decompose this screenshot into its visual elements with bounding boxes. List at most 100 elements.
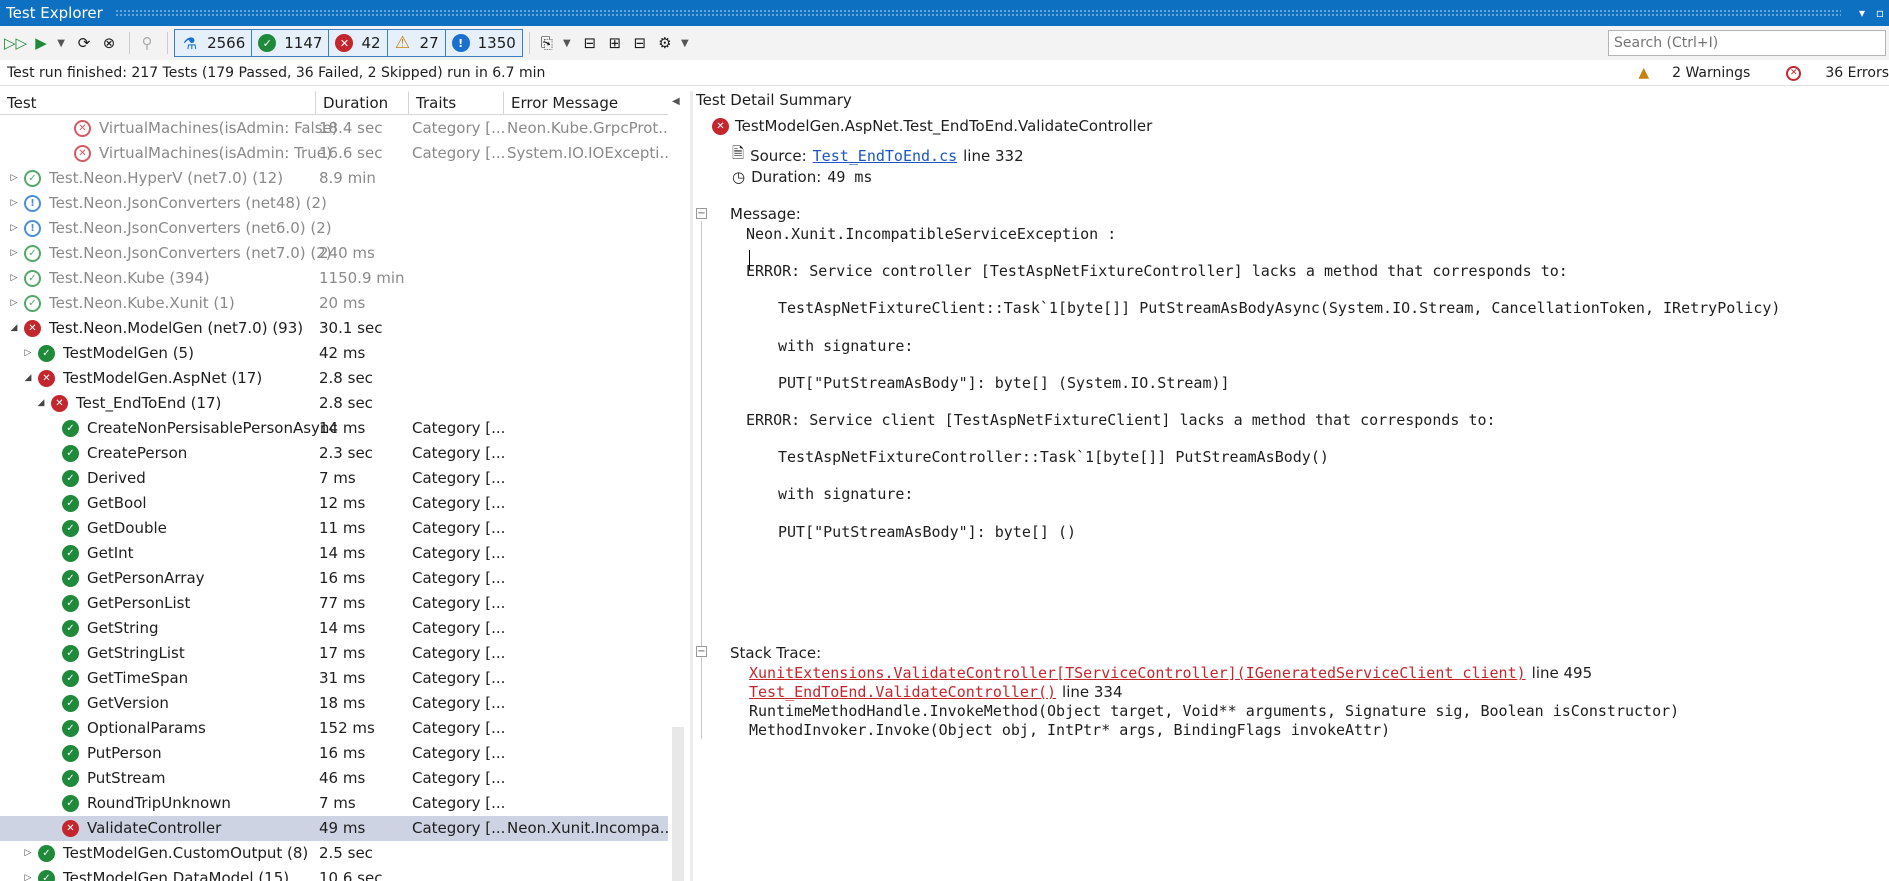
tree-row[interactable]: ▷! Test.Neon.JsonConverters (net6.0) (2) (0, 216, 668, 241)
tree-row[interactable]: ▷ ✓ Test.Neon.Kube.Xunit (1) 20 ms (0, 291, 668, 316)
col-duration[interactable]: Duration (316, 91, 409, 115)
warnings-link[interactable]: ▲ 2 Warnings (1620, 65, 1750, 81)
stack-fold-toggle[interactable]: − (696, 646, 707, 657)
stack-frame-link[interactable]: Test_EndToEnd.ValidateController() (749, 683, 1056, 701)
tree-row[interactable]: ✓ GetInt 14 ms Category [... (0, 541, 668, 566)
tree-row[interactable]: ✓ RoundTripUnknown 7 ms Category [... (0, 791, 668, 816)
fold-guide (701, 221, 702, 719)
collapse-all-button[interactable]: ⊟ (629, 30, 651, 56)
collapse-arrow-icon[interactable]: ◢ (22, 366, 34, 391)
expand-arrow-icon[interactable]: ▷ (8, 291, 20, 316)
tree-row[interactable]: ✓ GetPersonList 77 ms Category [... (0, 591, 668, 616)
tree-row-name: ◢ ✕ Test.Neon.ModelGen (net7.0) (93) (8, 316, 303, 341)
tree-row[interactable]: ✓ CreatePerson 2.3 sec Category [... (0, 441, 668, 466)
collapse-arrow-icon[interactable]: ◀ (672, 96, 680, 107)
passed-icon: ✓ (24, 270, 41, 287)
test-name: GetInt (87, 544, 134, 562)
expand-arrow-icon[interactable]: ▷ (8, 216, 20, 241)
tree-row[interactable]: ✓ GetStringList 17 ms Category [... (0, 641, 668, 666)
tree-row[interactable]: ✓ GetBool 12 ms Category [... (0, 491, 668, 516)
test-name: CreateNonPersisablePersonAsync (87, 419, 338, 437)
expand-arrow-icon[interactable]: ▷ (22, 866, 34, 881)
run-all-button[interactable]: ▷▷ (4, 30, 27, 56)
clock-icon: ◷ (732, 168, 746, 186)
tree-row[interactable]: ✓ Derived 7 ms Category [... (0, 466, 668, 491)
tree-row[interactable]: ✓ CreateNonPersisablePersonAsync 14 ms Cate… (0, 416, 668, 441)
expand-arrow-icon[interactable]: ▷ (8, 241, 20, 266)
expand-all-button[interactable]: ⊞ (604, 30, 626, 56)
expand-arrow-icon[interactable]: ▷ (8, 166, 20, 191)
collapse-arrow-icon[interactable]: ◢ (35, 391, 47, 416)
pass-icon: ✓ (258, 34, 277, 52)
stack-frame: MethodInvoker.Invoke(Object obj, IntPtr*… (749, 721, 1390, 739)
passed-icon: ✓ (38, 845, 55, 862)
tree-row[interactable]: ✕ ValidateController 49 ms Category [... Neo… (0, 816, 668, 841)
counter-fail[interactable]: ✕ 42 (329, 29, 388, 57)
passed-icon: ✓ (62, 495, 79, 512)
run-button[interactable]: ▶ (30, 30, 52, 56)
tree-row[interactable]: ▷ ✓ TestModelGen (5) 42 ms (0, 341, 668, 366)
message-fold-toggle[interactable]: − (696, 208, 707, 219)
stack-frame-text: MethodInvoker.Invoke(Object obj, IntPtr*… (749, 721, 1391, 739)
tree-row[interactable]: ✓ PutStream 46 ms Category [... (0, 766, 668, 791)
counter-warn[interactable]: ⚠ 27 (387, 29, 446, 57)
group-by-button[interactable]: ⊟ (579, 30, 601, 56)
test-name: GetTimeSpan (87, 669, 189, 687)
tree-scrollbar[interactable] (672, 727, 684, 881)
source-line-number: line 332 (963, 146, 1024, 165)
counter-pass[interactable]: ✓ 1147 (252, 29, 330, 57)
counter-info[interactable]: ! 1350 (445, 29, 523, 57)
tree-row[interactable]: ✓ GetVersion 18 ms Category [... (0, 691, 668, 716)
counter-group: ⚗ 2566 ✓ 1147 ✕ 42 ⚠ 27! 1350 (174, 29, 523, 57)
tree-row-name: ▷ ✓ TestModelGen.CustomOutput (8) (22, 841, 308, 866)
cell-traits: Category [... (412, 669, 506, 687)
errors-link[interactable]: ✕ 36 Errors (1768, 65, 1889, 81)
tree-row[interactable]: ✓ GetPersonArray 16 ms Category [... (0, 566, 668, 591)
tree-row[interactable]: ▷ ✓ Test.Neon.HyperV (net7.0) (12) 8.9 min (0, 166, 668, 191)
run-dropdown-icon[interactable]: ▼ (55, 30, 67, 56)
tree-row[interactable]: ◢ ✕ Test.Neon.ModelGen (net7.0) (93) 30.1 s… (0, 316, 668, 341)
search-input[interactable] (1608, 30, 1886, 56)
col-test[interactable]: Test (0, 91, 316, 115)
expand-arrow-icon[interactable]: ▷ (8, 266, 20, 291)
pane-splitter[interactable] (690, 91, 693, 881)
tree-row[interactable]: ▷ ✓ Test.Neon.Kube (394) 1150.9 min (0, 266, 668, 291)
tree-row[interactable]: ✓ OptionalParams 152 ms Category [... (0, 716, 668, 741)
counter-flask[interactable]: ⚗ 2566 (174, 29, 253, 57)
test-name: ValidateController (87, 819, 222, 837)
source-file-link[interactable]: Test_EndToEnd.cs (813, 147, 958, 165)
tree-row[interactable]: ✓ GetDouble 11 ms Category [... (0, 516, 668, 541)
tree-row[interactable]: ▷ ✓ Test.Neon.JsonConverters (net7.0) (2) 2… (0, 241, 668, 266)
maximize-icon[interactable]: ▫ (1871, 6, 1889, 20)
expand-arrow-icon[interactable]: ▷ (22, 341, 34, 366)
window-menu-icon[interactable]: ▾ (1853, 6, 1871, 20)
tree-row-name: ▷ ✓ TestModelGen (5) (22, 341, 194, 366)
tree-row-name: ✓ GetDouble (48, 516, 167, 541)
tree-row[interactable]: ✓ GetTimeSpan 31 ms Category [... (0, 666, 668, 691)
stack-frame-link[interactable]: XunitExtensions.ValidateController[TServ… (749, 664, 1526, 682)
settings-gear-icon[interactable]: ⚙ (654, 30, 676, 56)
expand-arrow-icon[interactable]: ▷ (8, 191, 20, 216)
col-error-message[interactable]: Error Message (504, 91, 668, 115)
title-grip[interactable] (114, 9, 1841, 17)
expand-arrow-icon[interactable]: ▷ (22, 841, 34, 866)
tree-row[interactable]: ✓ GetString 14 ms Category [... (0, 616, 668, 641)
tree-row[interactable]: ✕ VirtualMachines(isAdmin: True) 16.6 sec C… (0, 141, 668, 166)
tree-row[interactable]: ▷ ✓ TestModelGen.DataModel (15) 10.6 sec (0, 866, 668, 881)
playlist-button[interactable]: ⎘ (536, 30, 558, 56)
repeat-run-button[interactable]: ⟳ (73, 30, 95, 56)
cancel-run-button[interactable]: ⊗ (98, 30, 120, 56)
tree-row[interactable]: ◢ ✕ Test_EndToEnd (17) 2.8 sec (0, 391, 668, 416)
cell-traits: Category [... (412, 119, 506, 137)
test-name-label: TestModelGen.AspNet.Test_EndToEnd.Valida… (735, 117, 1153, 135)
tree-row[interactable]: ✓ PutPerson 16 ms Category [... (0, 741, 668, 766)
tree-row[interactable]: ▷ ✓ TestModelGen.CustomOutput (8) 2.5 sec (0, 841, 668, 866)
collapse-arrow-icon[interactable]: ◢ (8, 316, 20, 341)
debug-button[interactable]: ⚲ (136, 30, 158, 56)
settings-dropdown-icon[interactable]: ▼ (679, 30, 691, 56)
playlist-dropdown-icon[interactable]: ▼ (561, 30, 573, 56)
tree-row[interactable]: ▷! Test.Neon.JsonConverters (net48) (2) (0, 191, 668, 216)
tree-row[interactable]: ◢ ✕ TestModelGen.AspNet (17) 2.8 sec (0, 366, 668, 391)
col-traits[interactable]: Traits (409, 91, 504, 115)
tree-row[interactable]: ✕ VirtualMachines(isAdmin: False) 18.4 sec… (0, 116, 668, 141)
